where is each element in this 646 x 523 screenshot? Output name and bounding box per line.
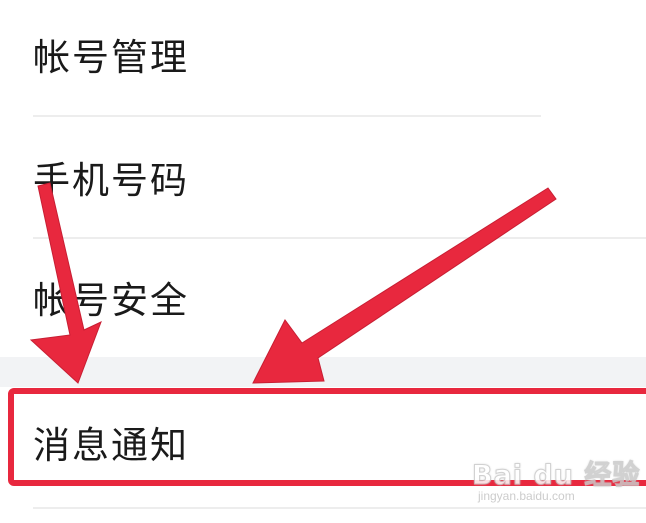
settings-item-label: 手机号码 (33, 159, 189, 202)
watermark-url: jingyan.baidu.com (478, 489, 575, 503)
settings-item-account-management[interactable]: 帐号管理 (0, 0, 646, 116)
settings-item-account-security[interactable]: 帐号安全 (0, 239, 646, 357)
watermark-text: Bai du 经验 (471, 460, 641, 492)
watermark-logo: Bai du 经验 jingyan.baidu.com (471, 449, 639, 509)
settings-screen: 帐号管理 手机号码 帐号安全 消息通知 Bai du 经验 jingyan.ba… (0, 0, 646, 523)
settings-item-label: 帐号安全 (33, 279, 189, 322)
settings-item-phone-number[interactable]: 手机号码 (0, 117, 646, 237)
settings-item-label: 帐号管理 (33, 36, 189, 79)
section-separator (0, 357, 646, 387)
